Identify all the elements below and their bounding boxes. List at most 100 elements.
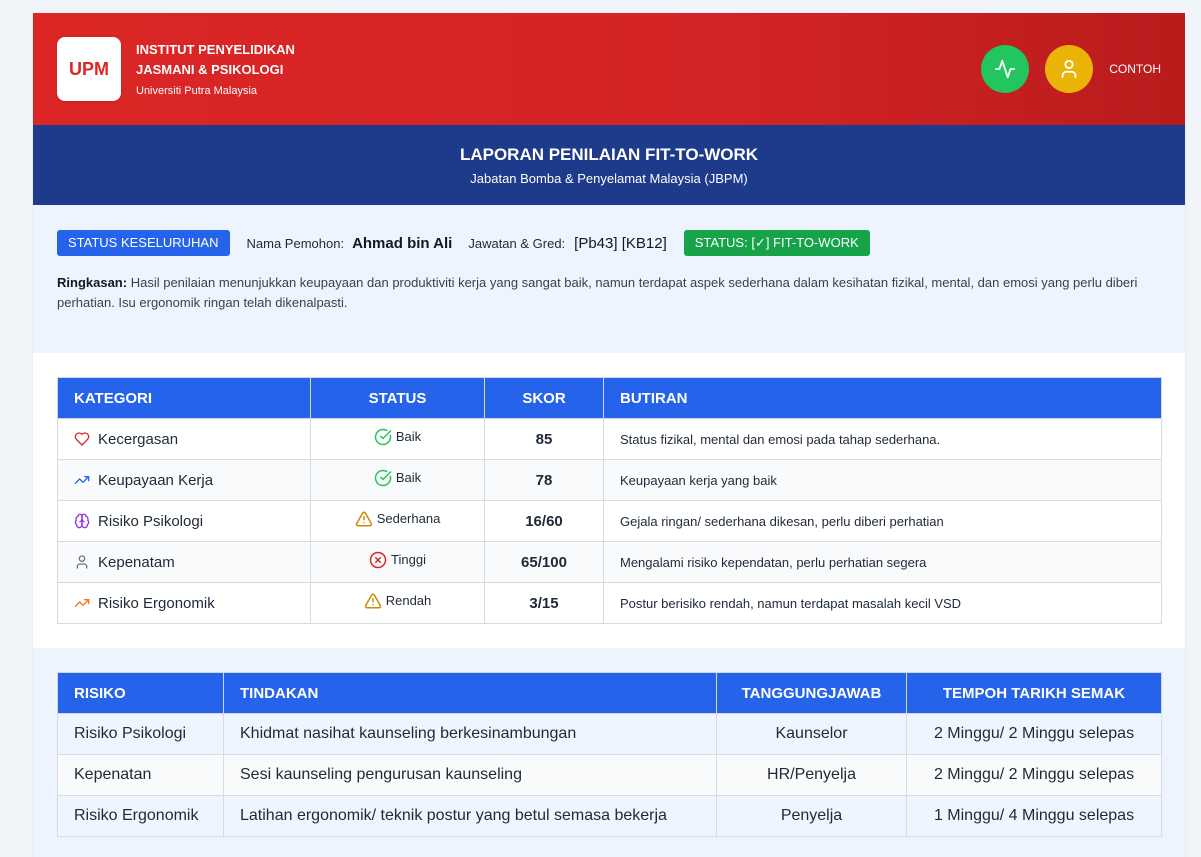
- table-row: Risiko Psikologi Sederhana 16/60 Gejala …: [57, 500, 1162, 542]
- header-risk: RISIKO: [57, 672, 224, 714]
- category-label: Risiko Psikologi: [98, 512, 204, 530]
- table-row: Kecergasan Baik 85 Status fizikal, menta…: [57, 418, 1162, 460]
- status-cell: Sederhana: [310, 500, 485, 542]
- header-responsible: TANGGUNGJAWAB: [716, 672, 907, 714]
- status-label: Rendah: [385, 593, 432, 608]
- brain-icon: [74, 513, 90, 529]
- overview-row: STATUS KESELURUHAN Nama Pemohon: Ahmad b…: [57, 230, 1161, 256]
- action-plan-section: RISIKO TINDAKAN TANGGUNGJAWAB TEMPOH TAR…: [33, 648, 1185, 857]
- category-cell: Risiko Psikologi: [57, 500, 311, 542]
- x-circle-icon: [369, 551, 387, 568]
- brand: UPM INSTITUT PENYELIDIKAN JASMANI & PSIK…: [57, 37, 295, 101]
- details-cell: Postur berisiko rendah, namun terdapat m…: [603, 582, 1162, 624]
- activity-icon: [995, 59, 1016, 79]
- position-label: Jawatan & Gred:: [468, 235, 566, 251]
- position-value: [Pb43] [KB12]: [574, 234, 667, 252]
- action-header-row: RISIKO TINDAKAN TANGGUNGJAWAB TEMPOH TAR…: [57, 672, 1162, 714]
- user-icon: [76, 555, 88, 569]
- assessment-table: KATEGORI STATUS SKOR BUTIRAN Kecergasan: [57, 377, 1162, 624]
- check-circle-icon: [374, 469, 392, 486]
- table-row: Kepenatam Tinggi 65/100 Mengalami risiko…: [57, 541, 1162, 583]
- profile-button[interactable]: [1045, 45, 1094, 93]
- status-cell: Baik: [310, 418, 485, 460]
- activity-button[interactable]: [981, 45, 1030, 93]
- table-row: Risiko Ergonomik Latihan ergonomik/ tekn…: [57, 795, 1162, 837]
- status-label: Sederhana: [376, 511, 441, 526]
- action-cell: Sesi kaunseling pengurusan kaunseling: [223, 754, 717, 796]
- header-details: BUTIRAN: [603, 377, 1162, 419]
- table-row: Risiko Ergonomik Rendah 3/15 Postur beri…: [57, 582, 1162, 624]
- category-cell: Risiko Ergonomik: [57, 582, 311, 624]
- upm-logo: UPM: [57, 37, 121, 101]
- details-cell: Status fizikal, mental dan emosi pada ta…: [603, 418, 1162, 460]
- risk-cell: Risiko Psikologi: [57, 713, 224, 755]
- user-icon: [1061, 59, 1077, 79]
- review-period-cell: 1 Minggu/ 4 Minggu selepas: [906, 795, 1162, 837]
- user-label: CONTOH: [1109, 62, 1161, 76]
- warning-triangle-icon: [355, 511, 372, 527]
- report-title: LAPORAN PENILAIAN FIT-TO-WORK: [459, 145, 759, 164]
- summary-label: Ringkasan:: [57, 275, 128, 290]
- review-period-cell: 2 Minggu/ 2 Minggu selepas: [906, 713, 1162, 755]
- header-tools: CONTOH: [981, 45, 1161, 93]
- header-review-period: TEMPOH TARIKH SEMAK: [906, 672, 1162, 714]
- status-label: Baik: [395, 470, 422, 485]
- action-cell: Khidmat nasihat kaunseling berkesinambun…: [223, 713, 717, 755]
- university-name: Universiti Putra Malaysia: [136, 84, 258, 97]
- status-label: Tinggi: [391, 552, 426, 567]
- status-cell: Rendah: [310, 582, 485, 624]
- header-score: SKOR: [484, 377, 604, 419]
- status-cell: Baik: [310, 459, 485, 501]
- trending-up-icon: [74, 476, 90, 484]
- category-cell: Keupayaan Kerja: [57, 459, 311, 501]
- risk-cell: Risiko Ergonomik: [57, 795, 224, 837]
- responsible-cell: HR/Penyelja: [716, 754, 907, 796]
- category-label: Risiko Ergonomik: [98, 594, 215, 612]
- action-plan-table: RISIKO TINDAKAN TANGGUNGJAWAB TEMPOH TAR…: [57, 672, 1162, 837]
- trending-up-icon: [74, 599, 90, 607]
- category-cell: Kepenatam: [57, 541, 311, 583]
- fit-status-badge: STATUS: [✓] FIT-TO-WORK: [683, 230, 870, 256]
- institute-line-1: INSTITUT PENYELIDIKAN: [136, 41, 295, 57]
- risk-cell: Kepenatan: [57, 754, 224, 796]
- assessment-header-row: KATEGORI STATUS SKOR BUTIRAN: [57, 377, 1162, 419]
- check-circle-icon: [374, 428, 392, 445]
- summary: Ringkasan: Hasil penilaian menunjukkan k…: [57, 273, 1161, 313]
- responsible-cell: Penyelja: [716, 795, 907, 837]
- status-label: Baik: [395, 429, 422, 444]
- details-cell: Mengalami risiko kependatan, perlu perha…: [603, 541, 1162, 583]
- app-header: UPM INSTITUT PENYELIDIKAN JASMANI & PSIK…: [33, 13, 1185, 125]
- heart-icon: [74, 432, 90, 446]
- review-period-cell: 2 Minggu/ 2 Minggu selepas: [906, 754, 1162, 796]
- score-cell: 78: [484, 459, 604, 501]
- table-row: Risiko Psikologi Khidmat nasihat kaunsel…: [57, 713, 1162, 755]
- responsible-cell: Kaunselor: [716, 713, 907, 755]
- warning-triangle-icon: [364, 593, 381, 609]
- header-category: KATEGORI: [57, 377, 311, 419]
- applicant-label: Nama Pemohon:: [246, 235, 345, 251]
- overview-section: STATUS KESELURUHAN Nama Pemohon: Ahmad b…: [33, 205, 1185, 353]
- action-cell: Latihan ergonomik/ teknik postur yang be…: [223, 795, 717, 837]
- header-status: STATUS: [310, 377, 485, 419]
- category-cell: Kecergasan: [57, 418, 311, 460]
- score-cell: 85: [484, 418, 604, 460]
- header-action: TINDAKAN: [223, 672, 717, 714]
- status-cell: Tinggi: [310, 541, 485, 583]
- institute-line-2: JASMANI & PSIKOLOGI: [136, 61, 284, 77]
- institute-name: INSTITUT PENYELIDIKAN JASMANI & PSIKOLOG…: [136, 40, 295, 99]
- summary-text: Hasil penilaian menunjukkan keupayaan da…: [57, 275, 1138, 310]
- details-cell: Gejala ringan/ sederhana dikesan, perlu …: [603, 500, 1162, 542]
- category-label: Kecergasan: [98, 430, 179, 448]
- assessment-section: KATEGORI STATUS SKOR BUTIRAN Kecergasan: [33, 353, 1185, 648]
- category-label: Keupayaan Kerja: [98, 471, 214, 489]
- score-cell: 65/100: [484, 541, 604, 583]
- report-title-band: LAPORAN PENILAIAN FIT-TO-WORK Jabatan Bo…: [33, 125, 1185, 205]
- score-cell: 3/15: [484, 582, 604, 624]
- table-row: Keupayaan Kerja Baik 78 Keupayaan kerja …: [57, 459, 1162, 501]
- report-subtitle: Jabatan Bomba & Penyelamat Malaysia (JBP…: [470, 171, 748, 186]
- details-cell: Keupayaan kerja yang baik: [603, 459, 1162, 501]
- category-label: Kepenatam: [98, 553, 175, 571]
- report-card: UPM INSTITUT PENYELIDIKAN JASMANI & PSIK…: [33, 13, 1185, 857]
- overall-status-badge: STATUS KESELURUHAN: [57, 230, 230, 256]
- score-cell: 16/60: [484, 500, 604, 542]
